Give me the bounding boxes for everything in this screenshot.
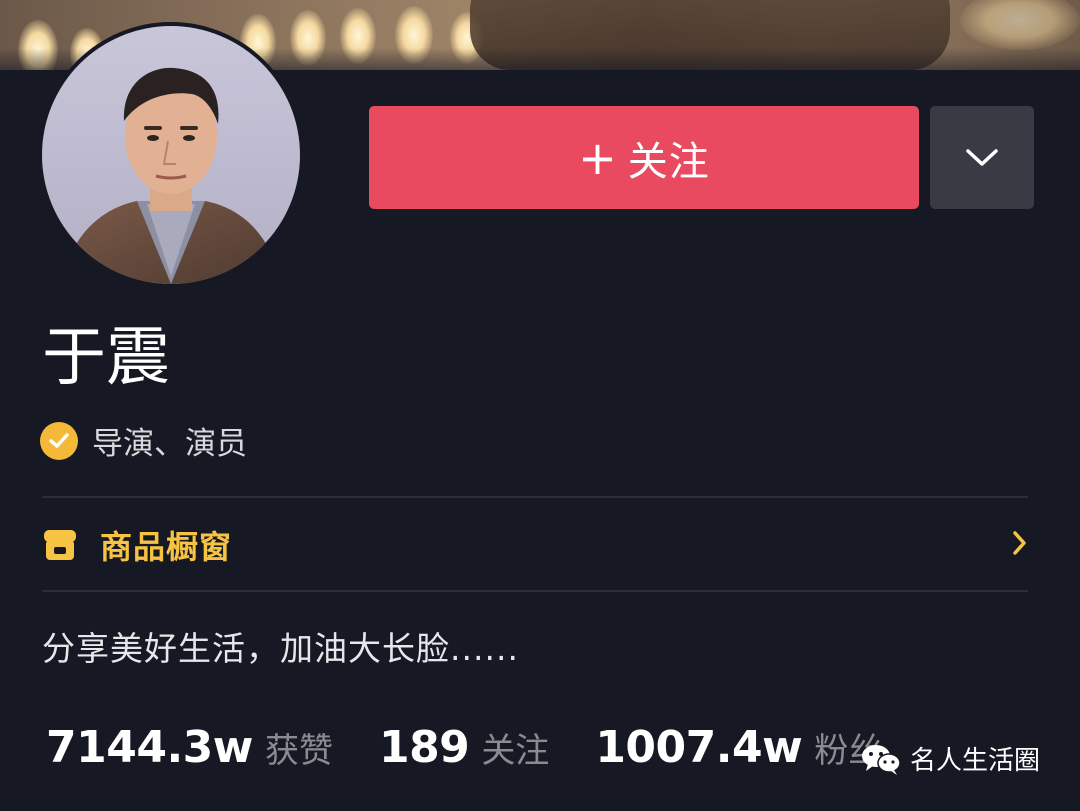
- verified-badge-icon: [40, 421, 78, 460]
- verification-row: 导演、演员: [40, 418, 247, 463]
- chevron-down-icon: [966, 148, 998, 166]
- plus-icon: +: [578, 130, 618, 185]
- avatar[interactable]: [38, 22, 304, 288]
- more-options-button[interactable]: [930, 106, 1034, 209]
- watermark: 名人生活圈: [860, 740, 1040, 777]
- wechat-icon: [862, 744, 901, 775]
- divider: [42, 496, 1028, 498]
- profile-bio: 分享美好生活，加油大长脸......: [42, 629, 519, 668]
- stat-likes-label: 获赞: [264, 731, 333, 771]
- stat-following-label: 关注: [481, 731, 550, 771]
- profile-name: 于震: [42, 321, 170, 395]
- stat-following-value: 189: [378, 722, 470, 773]
- storefront-icon: [44, 530, 76, 560]
- verified-title: 导演、演员: [92, 426, 247, 462]
- stat-followers-value: 1007.4w: [595, 722, 803, 773]
- shop-window-label: 商品橱窗: [100, 528, 233, 566]
- profile-stats: 7144.3w 获赞 189 关注 1007.4w 粉丝: [46, 722, 928, 773]
- stat-likes-value: 7144.3w: [46, 722, 253, 773]
- stat-followers[interactable]: 1007.4w 粉丝: [595, 722, 882, 773]
- chevron-right-icon: [1013, 531, 1026, 555]
- stat-following[interactable]: 189 关注: [379, 722, 549, 773]
- stat-likes[interactable]: 7144.3w 获赞: [46, 722, 333, 773]
- shop-window-link[interactable]: 商品橱窗: [42, 500, 1032, 590]
- watermark-text: 名人生活圈: [910, 746, 1041, 776]
- follow-button[interactable]: + 关注: [369, 106, 919, 209]
- follow-button-label: 关注: [627, 138, 710, 185]
- divider: [42, 590, 1028, 592]
